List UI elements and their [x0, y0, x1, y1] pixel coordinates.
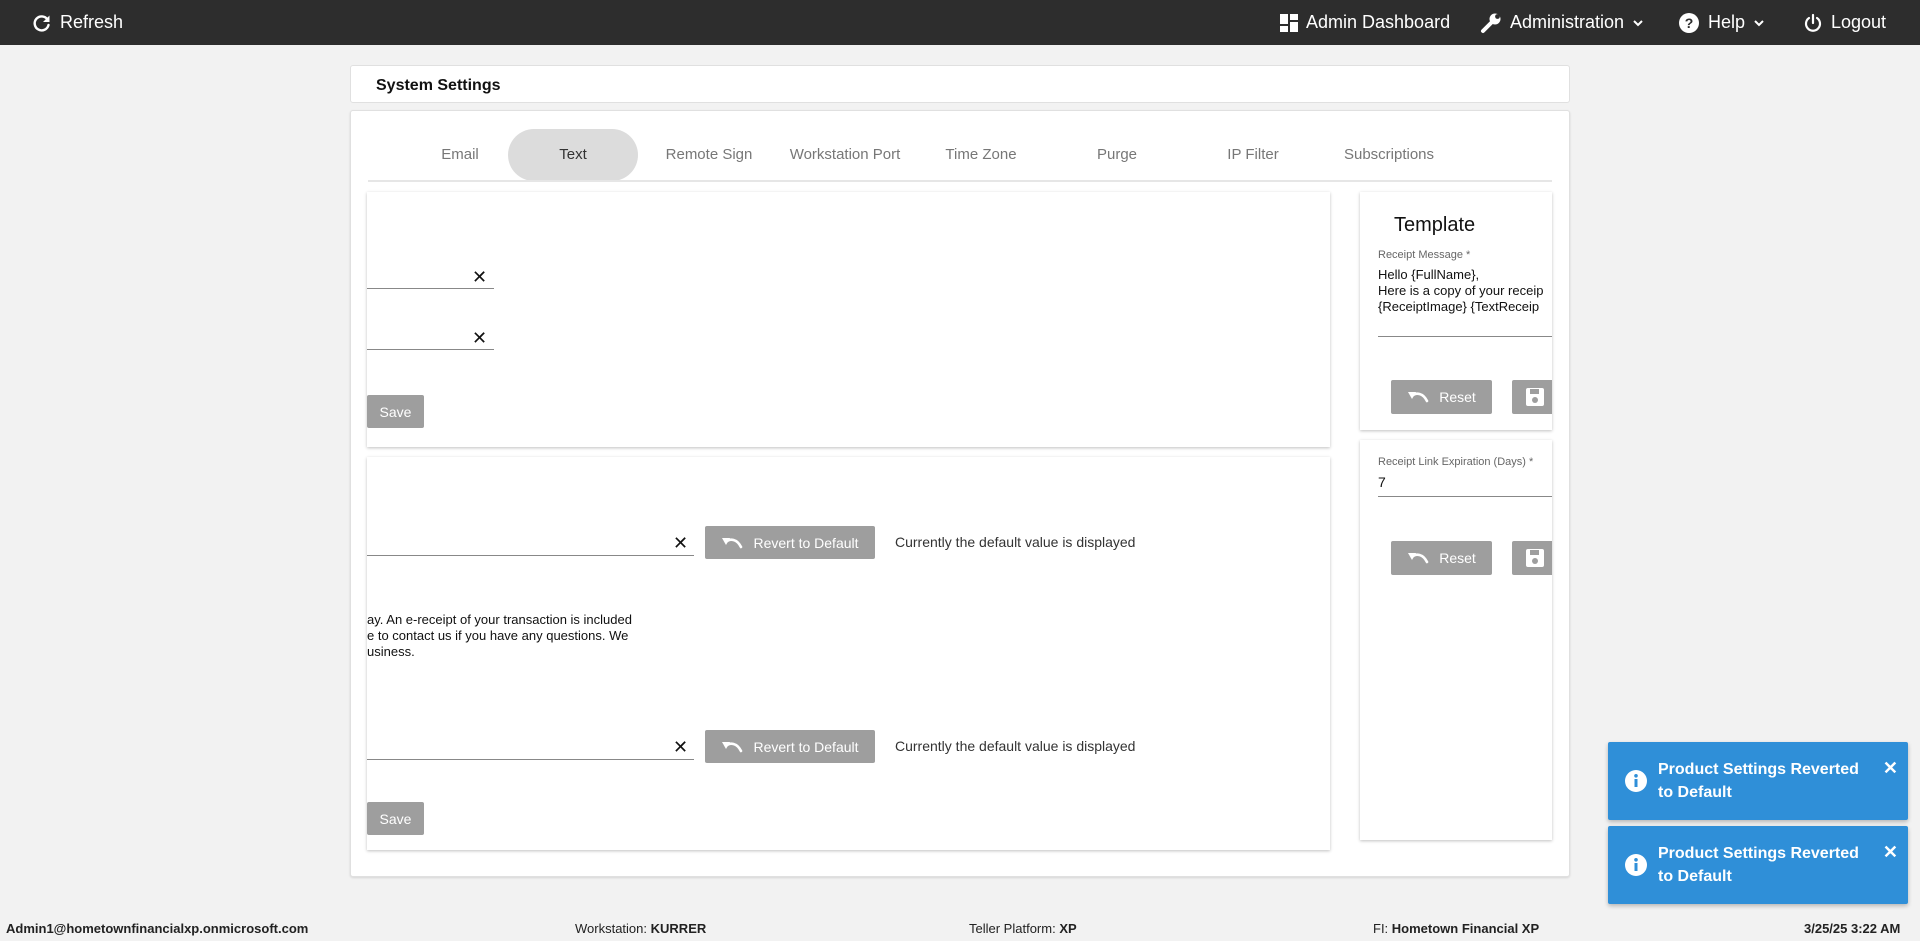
save-button[interactable]: Save [367, 395, 424, 428]
info-icon [1625, 854, 1647, 876]
expiration-input[interactable]: 7 [1378, 474, 1386, 490]
default-hint: Currently the default value is displayed [895, 738, 1136, 754]
status-bar: Admin1@hometownfinancialxp.onmicrosoft.c… [0, 915, 1920, 941]
admin-dashboard-label: Admin Dashboard [1306, 12, 1451, 32]
tab-ip-filter[interactable]: IP Filter [1188, 129, 1318, 180]
page-title: System Settings [376, 77, 501, 94]
revert-to-default-button[interactable]: Revert to Default [705, 730, 875, 763]
refresh-icon [33, 14, 50, 32]
clear-icon[interactable]: ✕ [673, 534, 688, 552]
refresh-button[interactable]: Refresh [32, 0, 123, 45]
receipt-message-line[interactable]: {ReceiptImage} {TextReceip [1378, 299, 1539, 315]
clear-icon[interactable]: ✕ [472, 268, 487, 286]
default-hint: Currently the default value is displayed [895, 534, 1136, 550]
workstation-label: Workstation: [575, 921, 648, 936]
message-line: e to contact us if you have any question… [367, 628, 629, 643]
fi-label: FI: [1373, 921, 1389, 936]
close-icon[interactable]: ✕ [1883, 758, 1898, 779]
reset-label: Reset [1439, 389, 1476, 405]
save-expiration-button[interactable] [1512, 541, 1552, 575]
wrench-icon [1481, 13, 1501, 33]
workstation-value: KURRER [650, 921, 707, 936]
expiration-label: Receipt Link Expiration (Days) * [1378, 456, 1534, 468]
save-button[interactable]: Save [367, 802, 424, 835]
help-menu[interactable]: ? Help [1678, 0, 1765, 45]
notification-toast: Product Settings Reverted to Default ✕ [1608, 826, 1908, 904]
help-label: Help [1708, 12, 1746, 32]
fi-value: Hometown Financial XP [1391, 921, 1540, 936]
user-email: Admin1@hometownfinancialxp.onmicrosoft.c… [6, 921, 309, 936]
save-icon [1526, 549, 1544, 567]
reset-button[interactable]: Reset [1391, 541, 1492, 575]
template-title: Template [1394, 214, 1476, 236]
message-line: ay. An e-receipt of your transaction is … [367, 612, 632, 627]
reset-button[interactable]: Reset [1391, 380, 1492, 414]
receipt-message-line[interactable]: Hello {FullName}, [1378, 267, 1479, 283]
power-icon [1804, 13, 1822, 32]
settings-tabs: Email Text Remote Sign Workstation Port … [368, 129, 1552, 182]
help-icon: ? [1679, 12, 1699, 33]
chevron-down-icon [1633, 19, 1643, 26]
reset-label: Reset [1439, 550, 1476, 566]
expiration-underline [1378, 496, 1552, 497]
close-icon[interactable]: ✕ [1883, 842, 1898, 863]
clear-icon[interactable]: ✕ [472, 329, 487, 347]
revert-to-default-button[interactable]: Revert to Default [705, 526, 875, 559]
platform-label: Teller Platform: [969, 921, 1056, 936]
chevron-down-icon [1754, 19, 1764, 26]
undo-icon [722, 537, 743, 548]
revert-label: Revert to Default [753, 534, 859, 551]
template-panel: Template Receipt Message * Hello {FullNa… [1360, 192, 1552, 430]
notification-toast: Product Settings Reverted to Default ✕ [1608, 742, 1908, 820]
fi-info: FI: Hometown Financial XP [1373, 921, 1539, 936]
receipt-message-line[interactable]: Here is a copy of your receip [1378, 283, 1543, 299]
tab-text[interactable]: Text [508, 129, 638, 180]
message-line: usiness. [367, 644, 415, 659]
text-field-underline [367, 349, 494, 350]
page-title-card: System Settings [350, 65, 1570, 103]
tab-email[interactable]: Email [395, 129, 525, 180]
info-icon [1625, 770, 1647, 792]
clear-icon[interactable]: ✕ [673, 738, 688, 756]
text-field-underline [367, 759, 694, 760]
tab-remote-sign[interactable]: Remote Sign [644, 129, 774, 180]
workstation-info: Workstation: KURRER [575, 921, 706, 936]
logout-label: Logout [1831, 12, 1887, 32]
receipt-message-underline [1378, 336, 1552, 337]
top-navigation-bar: Refresh Admin Dashboard Administration ?… [0, 0, 1920, 45]
tab-workstation-port[interactable]: Workstation Port [780, 129, 910, 180]
tab-purge[interactable]: Purge [1052, 129, 1182, 180]
administration-label: Administration [1510, 12, 1625, 32]
platform-value: XP [1059, 921, 1077, 936]
message-settings-panel: ✕ Revert to Default Currently the defaul… [367, 457, 1330, 850]
dashboard-icon [1280, 13, 1298, 32]
expiration-panel: Receipt Link Expiration (Days) * 7 Reset [1360, 440, 1552, 840]
teller-platform-info: Teller Platform: XP [969, 921, 1077, 936]
tab-subscriptions[interactable]: Subscriptions [1324, 129, 1454, 180]
text-field-underline [367, 288, 494, 289]
logout-button[interactable]: Logout [1803, 0, 1886, 45]
receipt-message-label: Receipt Message * [1378, 249, 1471, 261]
undo-icon [1408, 392, 1429, 403]
datetime: 3/25/25 3:22 AM [1804, 921, 1901, 936]
admin-dashboard-link[interactable]: Admin Dashboard [1280, 0, 1450, 45]
administration-menu[interactable]: Administration [1480, 0, 1644, 45]
save-icon [1526, 388, 1544, 406]
undo-icon [722, 741, 743, 752]
toast-message: Product Settings Reverted to Default [1658, 761, 1859, 801]
text-field-underline [367, 555, 694, 556]
tab-time-zone[interactable]: Time Zone [916, 129, 1046, 180]
toast-message: Product Settings Reverted to Default [1658, 845, 1859, 885]
refresh-label: Refresh [60, 12, 124, 32]
save-template-button[interactable] [1512, 380, 1552, 414]
undo-icon [1408, 553, 1429, 564]
text-settings-panel: ✕ ✕ Save [367, 192, 1330, 447]
svg-text:?: ? [1685, 15, 1694, 31]
revert-label: Revert to Default [753, 738, 859, 755]
